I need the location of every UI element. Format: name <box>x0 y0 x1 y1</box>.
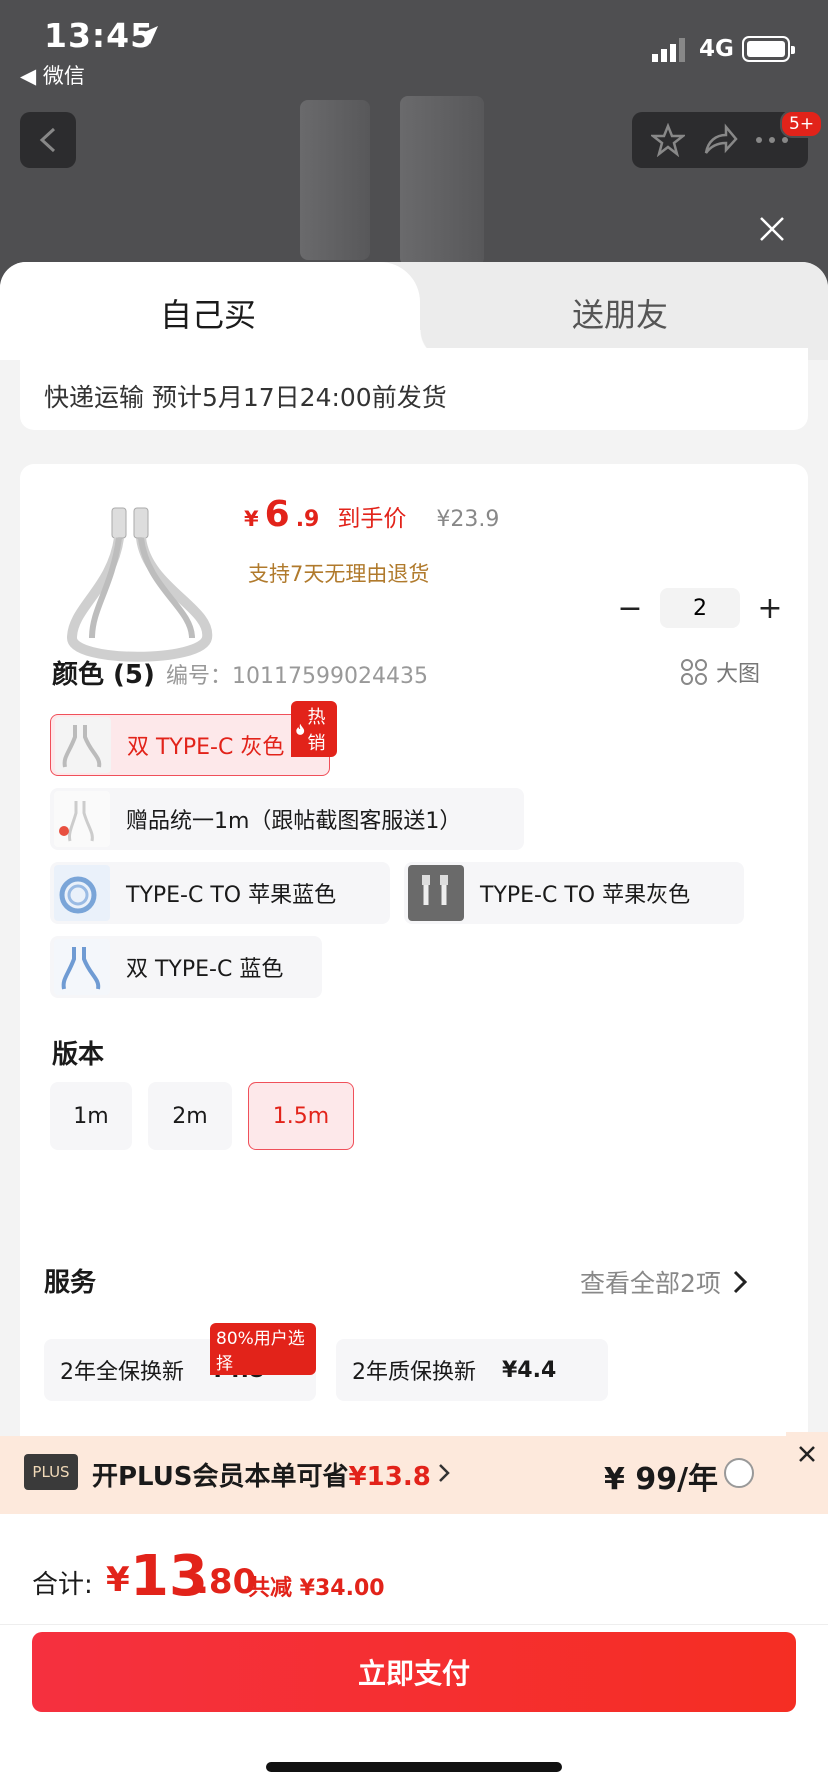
product-thumbnail[interactable] <box>52 488 228 664</box>
version-label: 1.5m <box>272 1103 330 1129</box>
close-icon[interactable] <box>755 212 789 246</box>
sku-number: 编号：10117599024435 <box>166 664 428 689</box>
service-title: 服务 <box>44 1268 97 1298</box>
plus-membership-bar[interactable]: PLUS 开PLUS会员本单可省¥13.8 ¥ 99/年 <box>0 1432 828 1514</box>
original-price: ¥23.9 <box>436 507 500 532</box>
hot-sale-label: 热销 <box>307 707 326 754</box>
option-label: 双 TYPE-C 蓝色 <box>126 957 284 982</box>
total-discount: 共减 ¥34.00 <box>248 1576 385 1601</box>
option-thumbnail <box>54 791 110 847</box>
more-icon[interactable] <box>755 135 789 145</box>
checkout-footer: 合计: ¥ 13 .80 共减 ¥34.00 立即支付 <box>0 1514 828 1792</box>
battery-icon <box>742 36 795 62</box>
share-icon[interactable] <box>702 123 738 157</box>
tab-self-buy-label[interactable]: 自己买 <box>160 290 256 336</box>
close-icon <box>799 1446 815 1462</box>
divider <box>0 1624 828 1625</box>
quantity-value[interactable]: 2 <box>660 588 740 628</box>
chevron-left-icon <box>39 127 56 153</box>
notification-badge: 5+ <box>780 110 824 138</box>
price-label: 到手价 <box>337 506 407 532</box>
color-title: 颜色 (5) <box>52 660 155 690</box>
chevron-right-icon <box>733 1270 748 1294</box>
product-options-card: ¥6.9 到手价 ¥23.9 支持7天无理由退货 − 2 + 颜色 (5) 编号… <box>20 464 808 1464</box>
service-popular-badge: 80%用户选择 <box>210 1323 316 1375</box>
price-decimal: .9 <box>295 507 320 532</box>
version-label: 2m <box>172 1103 208 1129</box>
plus-price: ¥ 99/年 <box>604 1462 719 1497</box>
flame-icon <box>296 723 305 735</box>
chevron-right-icon <box>439 1464 450 1482</box>
option-thumbnail <box>408 865 464 921</box>
option-thumbnail <box>54 865 110 921</box>
tab-bar: 自己买 送朋友 <box>0 262 828 360</box>
color-option-gray-double-c[interactable]: 双 TYPE-C 灰色 热销 <box>50 701 337 776</box>
cable-image <box>300 100 370 260</box>
service-option-quality-warranty[interactable]: 2年质保换新 ¥4.4 <box>336 1339 608 1401</box>
plus-promo-prefix: 开PLUS会员本单可省 <box>92 1462 349 1492</box>
service-view-all-label: 查看全部2项 <box>580 1269 721 1298</box>
grid-icon <box>681 659 707 685</box>
big-image-label: 大图 <box>716 662 761 687</box>
big-image-toggle[interactable]: 大图 <box>680 656 760 688</box>
option-label: 赠品统一1m（跟帖截图客服送1） <box>126 809 462 834</box>
service-option-full-warranty[interactable]: 2年全保换新 ¥4.8 80%用户选择 <box>44 1323 316 1401</box>
decrease-button[interactable]: − <box>610 588 650 628</box>
options-scroll-area[interactable]: 快递运输 预计5月17日24:00前发货 ¥6.9 到手价 ¥23.9 支持7天… <box>0 348 828 1464</box>
version-option-1-5m[interactable]: 1.5m <box>248 1082 354 1150</box>
service-label: 2年全保换新 <box>60 1360 184 1385</box>
hot-sale-badge: 热销 <box>291 701 337 757</box>
back-to-wechat[interactable]: ◀ 微信 <box>20 60 85 90</box>
color-option-apple-gray[interactable]: TYPE-C TO 苹果灰色 <box>404 862 744 924</box>
signal-icon <box>652 38 685 62</box>
option-label: 双 TYPE-C 灰色 <box>127 735 285 760</box>
page: 13:45 ◀ 微信 4G 5+ 自己买 送朋友 快递运输 预计5月17日24:… <box>0 0 828 1792</box>
pay-now-button[interactable]: 立即支付 <box>32 1632 796 1712</box>
service-view-all[interactable]: 查看全部2项 <box>580 1264 749 1300</box>
version-label: 1m <box>73 1103 109 1129</box>
plus-logo: PLUS <box>24 1454 78 1490</box>
tab-gift-friend[interactable]: 送朋友 <box>572 290 668 336</box>
service-price: ¥4.4 <box>502 1357 557 1383</box>
back-button[interactable] <box>20 112 76 168</box>
star-icon[interactable] <box>650 123 685 157</box>
plus-save-amount: ¥13.8 <box>348 1462 431 1492</box>
total-currency: ¥ <box>106 1560 130 1600</box>
option-label: TYPE-C TO 苹果灰色 <box>480 883 691 908</box>
color-option-blue-double-c[interactable]: 双 TYPE-C 蓝色 <box>50 936 322 998</box>
price-row: ¥6.9 到手价 ¥23.9 <box>244 494 499 535</box>
option-thumbnail <box>55 717 111 773</box>
version-option-1m[interactable]: 1m <box>50 1082 132 1150</box>
color-option-apple-blue[interactable]: TYPE-C TO 苹果蓝色 <box>50 862 390 924</box>
price-currency: ¥ <box>244 507 259 531</box>
service-label: 2年质保换新 <box>352 1360 476 1385</box>
option-label: TYPE-C TO 苹果蓝色 <box>126 883 337 908</box>
shipping-text: 快递运输 预计5月17日24:00前发货 <box>44 383 447 412</box>
increase-button[interactable]: + <box>750 588 790 628</box>
location-arrow-icon <box>140 26 158 44</box>
network-type: 4G <box>699 36 734 62</box>
quantity-stepper: − 2 + <box>610 588 790 628</box>
price-integer: 6 <box>264 494 290 535</box>
color-option-gift-1m[interactable]: 赠品统一1m（跟帖截图客服送1） <box>50 788 524 850</box>
status-bar: 13:45 ◀ 微信 4G <box>0 0 828 100</box>
option-thumbnail <box>54 939 110 995</box>
version-title: 版本 <box>52 1040 105 1070</box>
home-indicator[interactable] <box>266 1762 562 1772</box>
cable-image <box>400 96 484 266</box>
plus-select-radio[interactable] <box>724 1458 754 1488</box>
plus-promo-text: 开PLUS会员本单可省¥13.8 <box>92 1456 431 1493</box>
version-option-2m[interactable]: 2m <box>148 1082 232 1150</box>
total-label: 合计: <box>32 1570 93 1600</box>
plus-close-button[interactable] <box>786 1432 828 1476</box>
shipping-card: 快递运输 预计5月17日24:00前发货 <box>20 348 808 430</box>
return-policy: 支持7天无理由退货 <box>248 562 430 586</box>
